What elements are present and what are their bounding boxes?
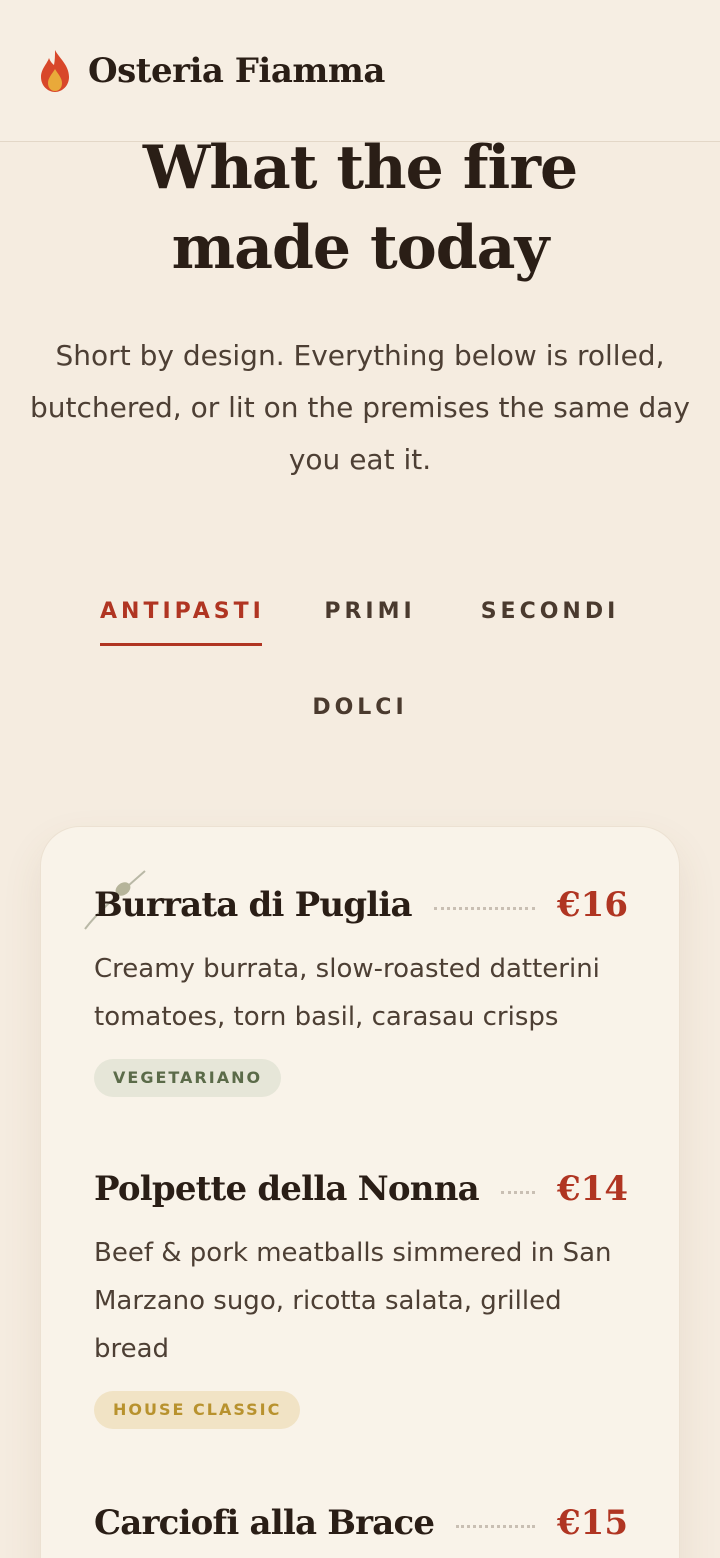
page-title: What the fire made today: [0, 128, 720, 288]
house-classic-badge: HOUSE CLASSIC: [94, 1391, 301, 1429]
brand-name[interactable]: Osteria Fiamma: [88, 51, 385, 91]
menu-item[interactable]: Polpette della Nonna €14 Beef & pork mea…: [94, 1161, 628, 1429]
menu-item-price: €16: [557, 885, 628, 925]
menu-item-price: €14: [557, 1169, 628, 1209]
menu-item-name: Burrata di Puglia: [94, 885, 413, 925]
tab-primi[interactable]: PRIMI: [318, 582, 422, 646]
menu-card: Burrata di Puglia €16 Creamy burrata, sl…: [40, 826, 680, 1558]
dietary-badge: VEGETARIANO: [94, 1059, 282, 1097]
menu-item-price: €15: [557, 1503, 628, 1543]
dotted-leader: [456, 1524, 536, 1528]
tab-antipasti[interactable]: ANTIPASTI: [100, 582, 262, 646]
tab-secondi[interactable]: SECONDI: [480, 582, 620, 646]
menu-category-tabs: ANTIPASTI PRIMI SECONDI DOLCI: [0, 582, 720, 742]
page-subtitle: Short by design. Everything below is rol…: [30, 339, 690, 476]
page-title-line-1: What the fire: [142, 133, 578, 203]
menu-item[interactable]: Burrata di Puglia €16 Creamy burrata, sl…: [94, 877, 628, 1097]
tab-dolci[interactable]: DOLCI: [310, 678, 410, 742]
site-header: Osteria Fiamma: [0, 0, 720, 142]
menu-item-name: Carciofi alla Brace: [94, 1503, 435, 1543]
dotted-leader: [433, 906, 536, 910]
flame-icon: [40, 49, 70, 93]
menu-item[interactable]: Carciofi alla Brace €15: [94, 1495, 628, 1551]
dotted-leader: [500, 1190, 536, 1194]
page-title-line-2: made today: [171, 213, 550, 283]
menu-item-description: Beef & pork meatballs simmered in San Ma…: [94, 1238, 612, 1364]
menu-item-name: Polpette della Nonna: [94, 1169, 480, 1209]
menu-item-description: Creamy burrata, slow-roasted datterini t…: [94, 954, 600, 1032]
